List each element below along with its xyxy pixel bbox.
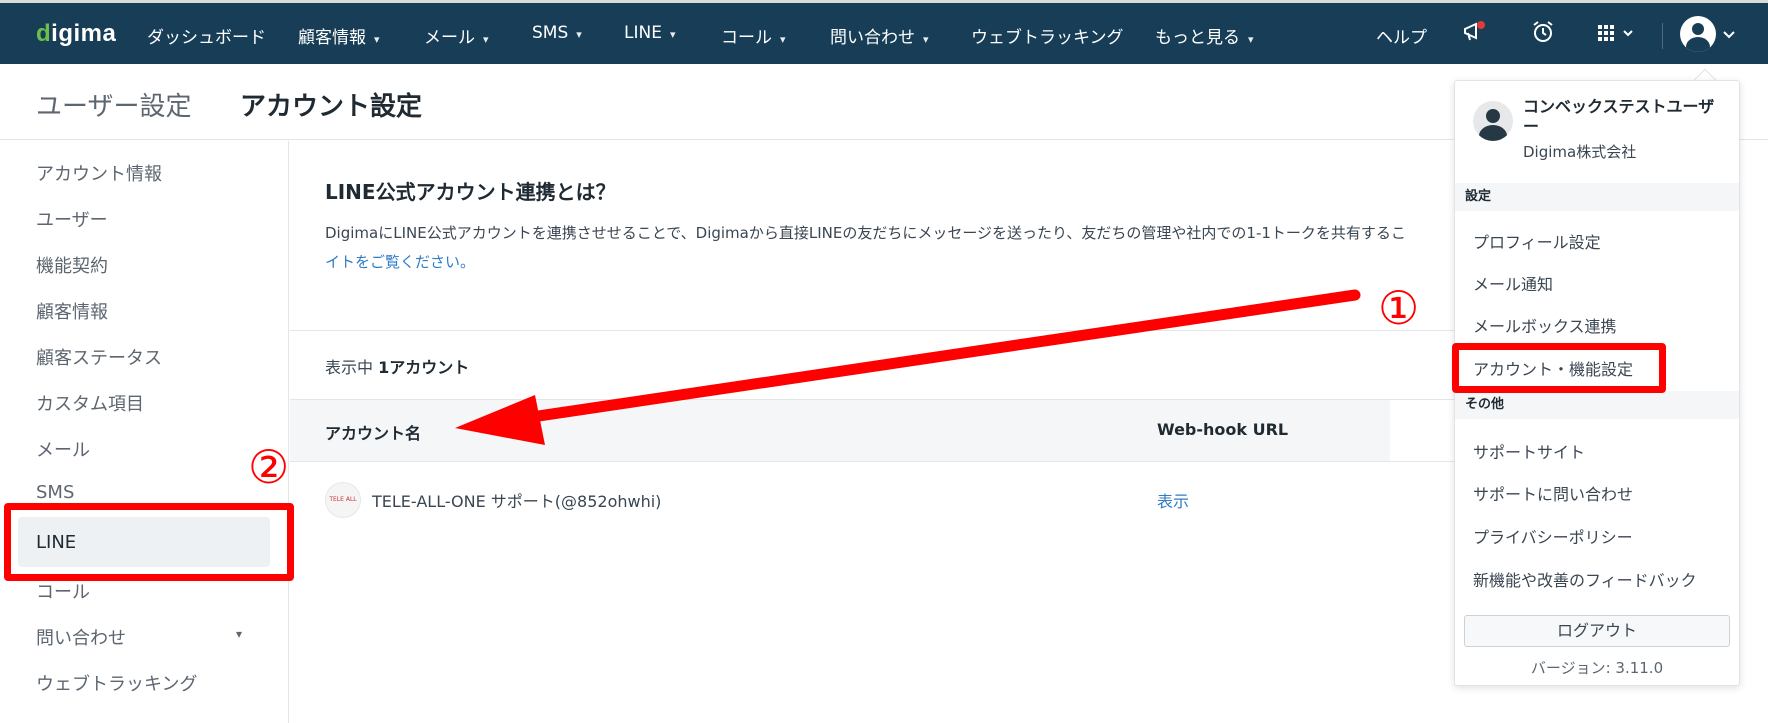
- annotation-arrow: [455, 289, 1361, 445]
